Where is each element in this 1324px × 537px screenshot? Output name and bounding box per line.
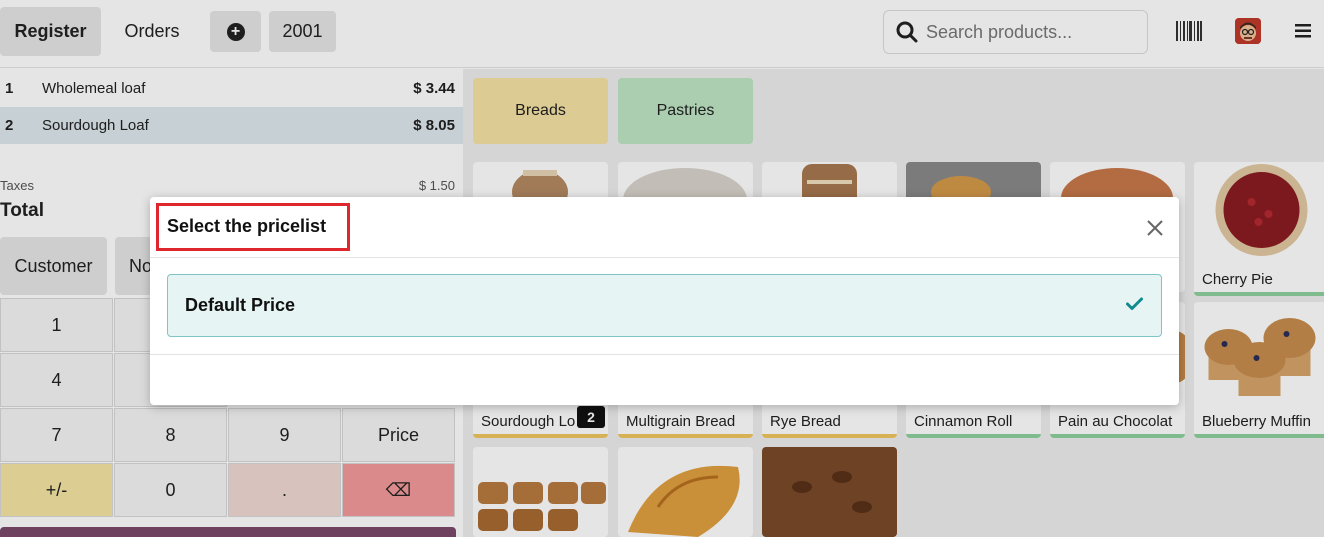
close-icon[interactable] [1144,217,1166,239]
pricelist-option-label: Default Price [185,295,296,315]
check-icon [1126,297,1143,310]
title-highlight-box [156,203,350,251]
dialog-header: Select the pricelist [150,197,1179,258]
pricelist-option-default[interactable]: Default Price [167,274,1162,337]
pricelist-dialog: Select the pricelist Default Price [150,197,1179,405]
dialog-footer-divider [150,354,1179,355]
